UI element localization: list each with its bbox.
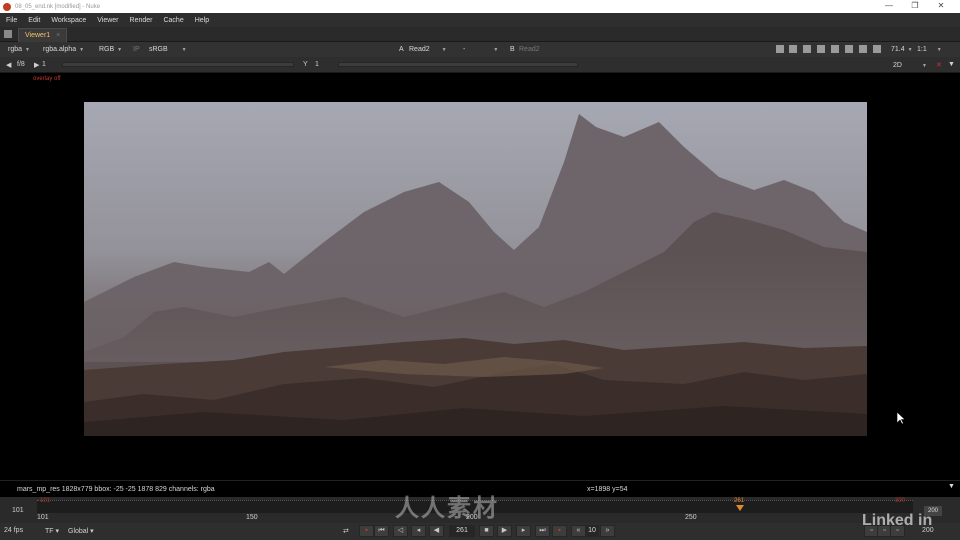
- menu-bar: File Edit Workspace Viewer Render Cache …: [0, 13, 960, 27]
- window-title: 08_05_end.nk [modified] - Nuke: [15, 3, 101, 10]
- tab-viewer1[interactable]: Viewer1 ×: [18, 28, 68, 42]
- rendered-mountain-image: [84, 102, 867, 436]
- close-red-icon[interactable]: ✕: [936, 61, 942, 69]
- input-b-dropdown[interactable]: Read2: [516, 44, 540, 55]
- minimize-button[interactable]: —: [876, 0, 902, 13]
- last-frame-button[interactable]: ⏭: [535, 525, 550, 537]
- refresh-icon[interactable]: [845, 45, 853, 53]
- prev-keyframe-button[interactable]: ◁: [393, 525, 408, 537]
- tab-bar: Viewer1 ×: [0, 27, 960, 42]
- skip-back-button[interactable]: «: [571, 525, 586, 537]
- tab-label: Viewer1: [25, 32, 51, 39]
- chevron-down-icon: ▼: [441, 47, 447, 53]
- input-b-label: B: [510, 46, 515, 53]
- play-forward-button[interactable]: ▶: [497, 525, 512, 537]
- overlay-status: overlay off: [33, 76, 61, 82]
- tick-label: 150: [246, 514, 258, 521]
- watermark-cn: 人人素材: [395, 495, 499, 522]
- global-dropdown[interactable]: Global ▾: [68, 527, 94, 535]
- ip-button[interactable]: IP: [130, 44, 140, 55]
- input-a-label: A: [399, 46, 404, 53]
- current-frame-marker-label: 261: [734, 498, 745, 504]
- prev-fstop-icon[interactable]: ◀: [6, 61, 11, 69]
- timeline-start-frame[interactable]: 101: [12, 507, 24, 514]
- ratio-dropdown[interactable]: 1:1 ▼: [914, 44, 942, 55]
- tick-label: 101: [37, 514, 49, 521]
- viewer-toolbar: rgba ▼ rgba.alpha ▼ RGB ▼ IP sRGB ▼ A Read2 ▼…: [0, 42, 960, 57]
- chevron-down-icon: ▼: [25, 47, 30, 53]
- increment-field[interactable]: 10: [585, 525, 599, 537]
- record-end-icon[interactable]: ▪: [552, 525, 567, 537]
- zoom-dropdown[interactable]: 71.4 ▼: [888, 44, 913, 55]
- settings-icon[interactable]: [859, 45, 867, 53]
- record-icon[interactable]: ▪: [359, 525, 374, 537]
- downscale-icon[interactable]: [817, 45, 825, 53]
- menu-render[interactable]: Render: [124, 17, 158, 24]
- gamma-slider[interactable]: [338, 62, 578, 67]
- viewer-canvas[interactable]: overlay off: [0, 73, 960, 480]
- tab-close-icon[interactable]: ×: [56, 32, 60, 39]
- chevron-down-icon: ▼: [117, 47, 123, 53]
- menu-viewer[interactable]: Viewer: [91, 17, 123, 24]
- pixel-coordinates: x=1898 y=54: [587, 486, 628, 493]
- chevron-down-icon: ▼: [907, 47, 913, 53]
- close-button[interactable]: ✕: [928, 0, 954, 13]
- chevron-down-icon: ▼: [493, 47, 499, 53]
- proxy-icon[interactable]: [803, 45, 811, 53]
- playhead-icon[interactable]: [736, 505, 744, 511]
- restore-button[interactable]: ❐: [902, 0, 928, 13]
- display-style-dropdown[interactable]: RGB ▼: [96, 44, 122, 55]
- wipe-mode-dropdown[interactable]: - ▼: [460, 44, 498, 55]
- menu-help[interactable]: Help: [189, 17, 214, 24]
- step-back-button[interactable]: ◂: [411, 525, 426, 537]
- pane-menu-icon[interactable]: [4, 30, 12, 38]
- gamma-value[interactable]: 1: [315, 61, 319, 68]
- lut-dropdown[interactable]: sRGB ▼: [146, 44, 187, 55]
- chevron-down-icon: ▼: [79, 47, 85, 53]
- play-backward-button[interactable]: ◀: [429, 525, 444, 537]
- view-mode-dropdown[interactable]: 2D ▼: [890, 60, 927, 71]
- in-point-label: 101: [40, 498, 51, 504]
- menu-file[interactable]: File: [0, 17, 22, 24]
- loop-mode-icon[interactable]: ⇄: [343, 527, 349, 535]
- gain-value[interactable]: 1: [42, 61, 46, 68]
- mouse-cursor-icon: [897, 412, 906, 425]
- chevron-down-icon: ▼: [181, 47, 187, 53]
- alpha-channel-dropdown[interactable]: rgba.alpha ▼: [40, 44, 84, 55]
- clip-warning-icon[interactable]: [789, 45, 797, 53]
- current-frame-field[interactable]: 261: [449, 525, 475, 537]
- next-fstop-icon[interactable]: ▶: [34, 61, 39, 69]
- nuke-app-icon: [3, 2, 11, 11]
- fstop-value: f/8: [17, 61, 25, 68]
- chevron-down-icon: ▼: [936, 47, 942, 53]
- node-info: mars_mp_res 1828x779 bbox: -25 -25 1878 …: [17, 486, 215, 493]
- gain-slider[interactable]: [62, 62, 294, 67]
- skip-forward-button[interactable]: »: [600, 525, 615, 537]
- tf-dropdown[interactable]: TF ▾: [45, 527, 59, 535]
- stop-button[interactable]: ■: [479, 525, 494, 537]
- options-chevron-icon[interactable]: ▼: [948, 61, 955, 68]
- menu-edit[interactable]: Edit: [22, 17, 45, 24]
- gamma-label: Y: [303, 61, 308, 68]
- fps-field[interactable]: 24 fps: [4, 527, 23, 534]
- viewer-exposure-bar: ◀ f/8 ▶ 1 Y 1 2D ▼ ✕ ▼: [0, 57, 960, 73]
- tick-label: 250: [685, 514, 697, 521]
- input-a-dropdown[interactable]: Read2 ▼: [406, 44, 447, 55]
- first-frame-button[interactable]: ⏮: [374, 525, 389, 537]
- menu-cache[interactable]: Cache: [157, 17, 188, 24]
- lock-icon[interactable]: [831, 45, 839, 53]
- linkedin-logo: Linked in: [862, 512, 933, 529]
- roi-icon[interactable]: [776, 45, 784, 53]
- chevron-down-icon: ▼: [921, 63, 927, 69]
- menu-workspace[interactable]: Workspace: [45, 17, 91, 24]
- title-bar: 08_05_end.nk [modified] - Nuke — ❐ ✕: [0, 0, 960, 13]
- playback-controls: 24 fps TF ▾ Global ▾ ⇄ ▪ ⏮ ◁ ◂ ◀ 261 ■ ▶…: [0, 523, 960, 540]
- info-expand-icon[interactable]: ▼: [948, 483, 955, 490]
- channels-dropdown[interactable]: rgba ▼: [5, 44, 30, 55]
- pause-icon[interactable]: [873, 45, 881, 53]
- step-forward-button[interactable]: ▸: [516, 525, 531, 537]
- out-point-label: 300: [895, 498, 906, 504]
